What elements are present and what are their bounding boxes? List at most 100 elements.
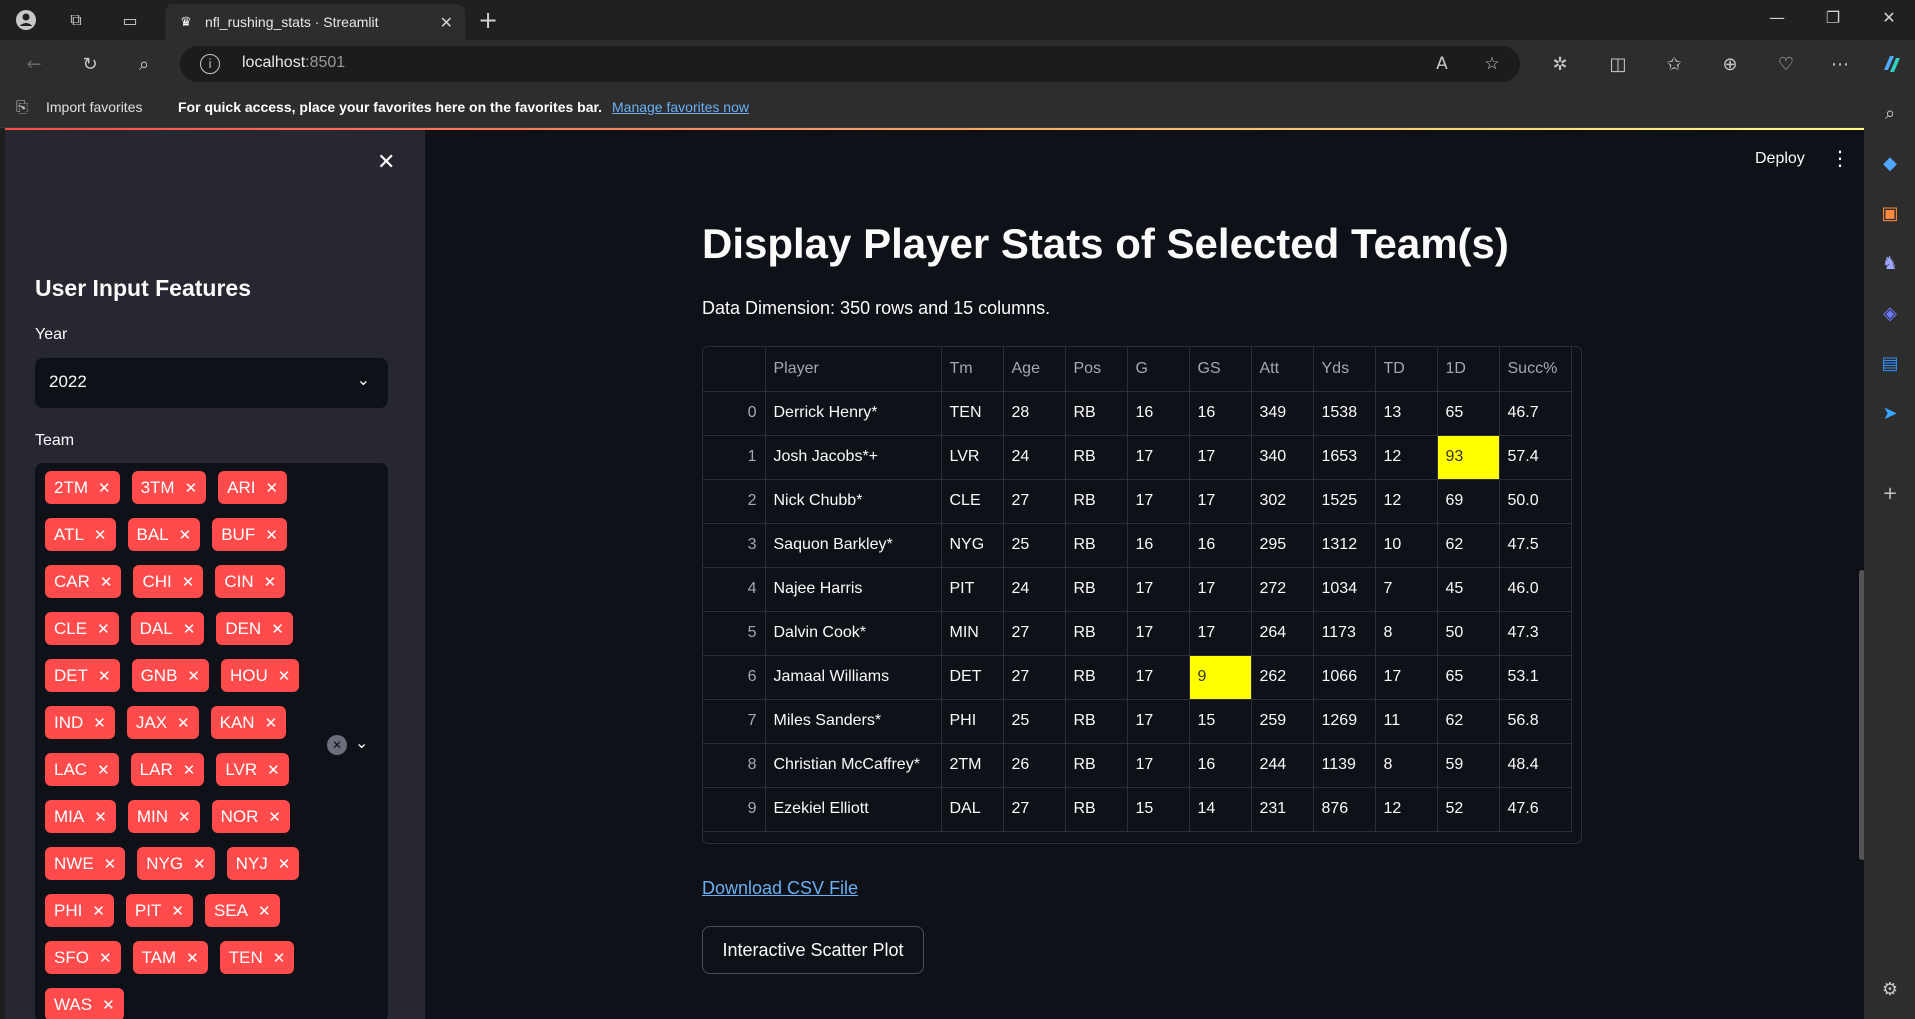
table-row[interactable]: 8 Christian McCaffrey* 2TM 26 RB 17 16 244 1139 8… <box>703 743 1572 788</box>
restore-icon[interactable]: ❐ <box>1818 8 1848 27</box>
column-header[interactable]: G <box>1127 347 1190 392</box>
team-chip[interactable]: SEA ✕ <box>204 894 280 927</box>
team-chip[interactable]: DAL ✕ <box>130 612 205 645</box>
team-chip[interactable]: PHI ✕ <box>45 894 114 927</box>
remove-chip-icon[interactable]: ✕ <box>265 714 278 732</box>
remove-chip-icon[interactable]: ✕ <box>183 761 196 779</box>
minimize-icon[interactable]: — <box>1762 8 1792 27</box>
remove-chip-icon[interactable]: ✕ <box>186 949 199 967</box>
team-chip[interactable]: ATL ✕ <box>45 518 116 551</box>
chevron-down-icon[interactable]: ⌄ <box>357 370 370 389</box>
remove-chip-icon[interactable]: ✕ <box>177 714 190 732</box>
team-chip[interactable]: PIT ✕ <box>125 894 193 927</box>
shopping-tag-icon[interactable]: ◆ <box>1877 150 1903 176</box>
team-multiselect[interactable]: 2TM ✕ 3TM ✕ ARI ✕ ATL ✕ BAL ✕ BUF ✕ CAR ✕ CHI ✕ CIN ✕ CLE ✕… <box>35 463 388 1019</box>
clear-all-icon[interactable]: ✕ <box>327 735 347 755</box>
copilot-icon[interactable] <box>1880 52 1904 76</box>
team-chip[interactable]: ARI ✕ <box>218 471 288 504</box>
remove-chip-icon[interactable]: ✕ <box>268 808 281 826</box>
interactive-scatter-plot-button[interactable]: Interactive Scatter Plot <box>702 926 924 974</box>
team-chip[interactable]: LAC ✕ <box>45 753 119 786</box>
remove-chip-icon[interactable]: ✕ <box>92 902 105 920</box>
table-row[interactable]: 2 Nick Chubb* CLE 27 RB 17 17 302 1525 12 69 50.0 <box>703 479 1572 524</box>
team-chip[interactable]: LAR ✕ <box>130 753 205 786</box>
team-chip[interactable]: 2TM ✕ <box>45 471 120 504</box>
table-row[interactable]: 6 Jamaal Williams DET 27 RB 17 9 262 1066 17 65 53.… <box>703 655 1572 700</box>
browser-essentials-icon[interactable]: ♡ <box>1774 52 1798 76</box>
remove-chip-icon[interactable]: ✕ <box>98 479 111 497</box>
profile-icon[interactable] <box>14 8 38 32</box>
split-screen-icon[interactable]: ◫ <box>1606 52 1630 76</box>
remove-chip-icon[interactable]: ✕ <box>271 620 284 638</box>
column-header[interactable] <box>703 347 766 392</box>
sidebar-search-icon[interactable]: ⌕ <box>1877 100 1903 126</box>
close-tab-icon[interactable]: ✕ <box>440 13 453 32</box>
add-sidebar-app-icon[interactable]: + <box>1877 480 1903 506</box>
remove-chip-icon[interactable]: ✕ <box>171 902 184 920</box>
remove-chip-icon[interactable]: ✕ <box>178 808 191 826</box>
import-favorites-button[interactable]: Import favorites <box>46 99 142 115</box>
collections-icon[interactable]: ⊕ <box>1718 52 1742 76</box>
remove-chip-icon[interactable]: ✕ <box>278 855 291 873</box>
team-chip[interactable]: CHI ✕ <box>133 565 204 598</box>
remove-chip-icon[interactable]: ✕ <box>183 620 196 638</box>
team-chip[interactable]: NWE ✕ <box>45 847 126 880</box>
table-row[interactable]: 0 Derrick Henry* TEN 28 RB 16 16 349 1538 13 65 46.… <box>703 391 1572 436</box>
team-chip[interactable]: NOR ✕ <box>211 800 290 833</box>
column-header[interactable]: Att <box>1251 347 1314 392</box>
column-header[interactable]: Player <box>765 347 942 392</box>
stats-dataframe[interactable]: Player Tm Age Pos G GS Att Yds TD 1D Succ% 0 Derric… <box>702 346 1582 844</box>
remove-chip-icon[interactable]: ✕ <box>182 573 195 591</box>
copilot-sidebar-icon[interactable]: ◈ <box>1877 300 1903 326</box>
team-chip[interactable]: MIA ✕ <box>45 800 116 833</box>
remove-chip-icon[interactable]: ✕ <box>265 526 278 544</box>
close-window-icon[interactable]: ✕ <box>1874 8 1904 27</box>
remove-chip-icon[interactable]: ✕ <box>193 855 206 873</box>
info-icon[interactable]: i <box>200 54 220 74</box>
favorite-star-icon[interactable]: ☆ <box>1480 52 1504 76</box>
team-chip[interactable]: KAN ✕ <box>210 706 287 739</box>
team-chip[interactable]: MIN ✕ <box>127 800 200 833</box>
remove-chip-icon[interactable]: ✕ <box>267 761 280 779</box>
refresh-icon[interactable]: ↻ <box>78 52 102 76</box>
browser-tab[interactable]: ♛ nfl_rushing_stats · Streamlit ✕ <box>165 4 465 40</box>
column-header[interactable]: TD <box>1375 347 1438 392</box>
remove-chip-icon[interactable]: ✕ <box>258 902 271 920</box>
games-icon[interactable]: ♞ <box>1877 250 1903 276</box>
main-menu-icon[interactable]: ⋮ <box>1830 146 1850 170</box>
chevron-down-icon[interactable]: ⌄ <box>355 733 368 752</box>
send-icon[interactable]: ➤ <box>1877 400 1903 426</box>
team-chip[interactable]: SFO ✕ <box>45 941 121 974</box>
team-chip[interactable]: GNB ✕ <box>131 659 209 692</box>
team-chip[interactable]: DEN ✕ <box>216 612 293 645</box>
remove-chip-icon[interactable]: ✕ <box>102 996 115 1014</box>
tab-actions-icon[interactable]: ▭ <box>118 8 142 32</box>
tools-briefcase-icon[interactable]: ▣ <box>1877 200 1903 226</box>
remove-chip-icon[interactable]: ✕ <box>99 949 112 967</box>
table-row[interactable]: 9 Ezekiel Elliott DAL 27 RB 15 14 231 876 12 52 47.… <box>703 787 1572 832</box>
download-csv-link[interactable]: Download CSV File <box>702 878 858 899</box>
team-chip[interactable]: 3TM ✕ <box>131 471 207 504</box>
team-chip[interactable]: TEN ✕ <box>219 941 295 974</box>
new-tab-icon[interactable]: + <box>478 6 498 34</box>
team-chip[interactable]: BUF ✕ <box>212 518 287 551</box>
remove-chip-icon[interactable]: ✕ <box>97 620 110 638</box>
column-header[interactable]: Pos <box>1065 347 1128 392</box>
column-header[interactable]: Tm <box>941 347 1004 392</box>
manage-favorites-link[interactable]: Manage favorites now <box>612 99 749 115</box>
team-chip[interactable]: HOU ✕ <box>221 659 300 692</box>
team-chip[interactable]: NYG ✕ <box>137 847 215 880</box>
team-chip[interactable]: WAS ✕ <box>45 988 124 1019</box>
column-header[interactable]: 1D <box>1437 347 1500 392</box>
remove-chip-icon[interactable]: ✕ <box>93 714 106 732</box>
remove-chip-icon[interactable]: ✕ <box>187 667 200 685</box>
remove-chip-icon[interactable]: ✕ <box>185 479 198 497</box>
remove-chip-icon[interactable]: ✕ <box>179 526 192 544</box>
remove-chip-icon[interactable]: ✕ <box>273 949 286 967</box>
table-row[interactable]: 5 Dalvin Cook* MIN 27 RB 17 17 264 1173 8 50 47.3 <box>703 611 1572 656</box>
extensions-icon[interactable]: ✲ <box>1548 52 1572 76</box>
remove-chip-icon[interactable]: ✕ <box>94 808 107 826</box>
team-chip[interactable]: DET ✕ <box>45 659 120 692</box>
remove-chip-icon[interactable]: ✕ <box>278 667 291 685</box>
team-chip[interactable]: TAM ✕ <box>132 941 208 974</box>
